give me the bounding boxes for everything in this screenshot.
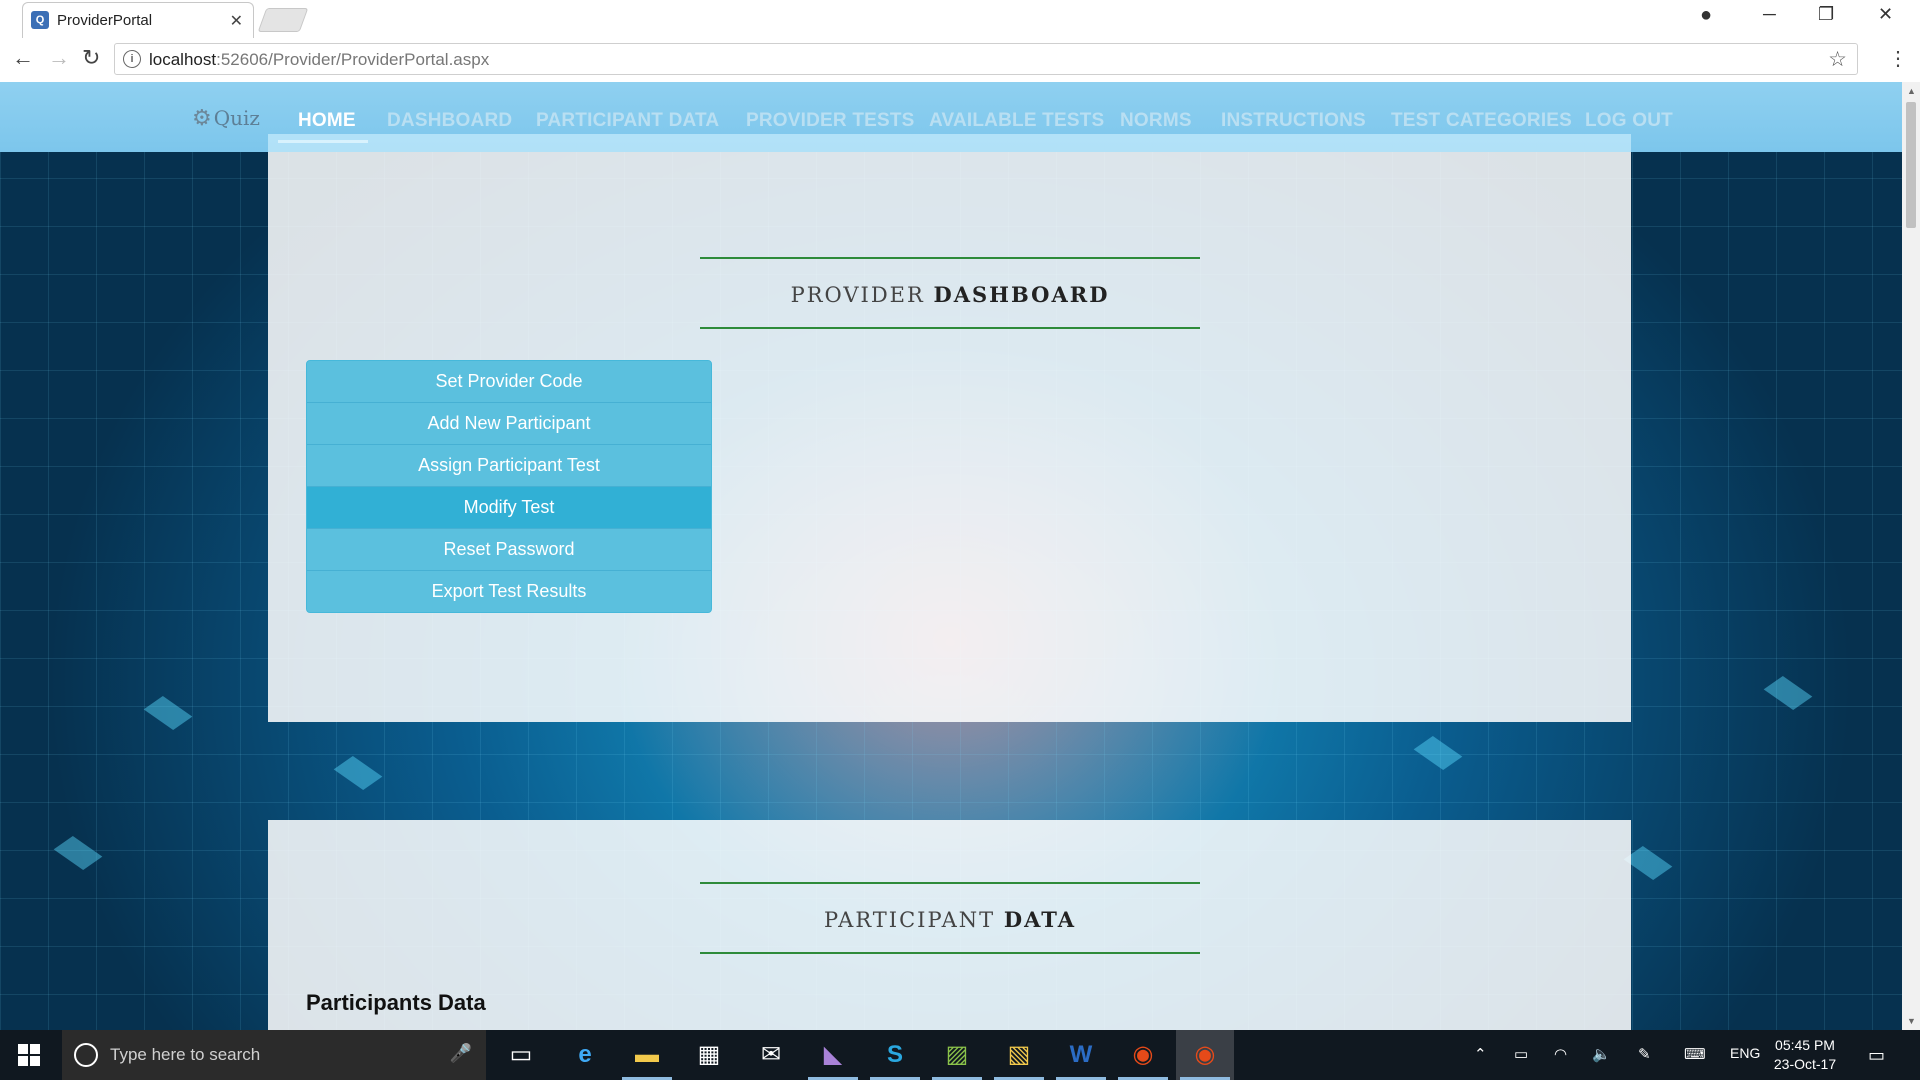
image-editor-icon[interactable]: ▨ bbox=[928, 1030, 986, 1080]
pen-icon[interactable]: ✎ bbox=[1638, 1045, 1651, 1063]
browser-toolbar: ← → ↻ i localhost:52606/Provider/Provide… bbox=[0, 38, 1920, 83]
taskbar-search-box[interactable]: Type here to search 🎤 bbox=[62, 1030, 486, 1080]
nav-norms[interactable]: NORMS bbox=[1120, 110, 1192, 132]
show-hidden-icons-icon[interactable]: ⌃ bbox=[1474, 1045, 1487, 1063]
nav-home[interactable]: HOME bbox=[298, 110, 356, 132]
info-icon[interactable]: i bbox=[123, 50, 141, 68]
microphone-icon[interactable]: 🎤 bbox=[450, 1043, 472, 1064]
profile-icon[interactable]: ● bbox=[1700, 4, 1712, 27]
windows-taskbar: Type here to search 🎤 ▭ e ▬ ▦ ✉ ◣ S ▨ ▧ … bbox=[0, 1030, 1920, 1080]
minimize-icon[interactable]: ─ bbox=[1763, 4, 1776, 25]
close-window-icon[interactable]: ✕ bbox=[1878, 4, 1893, 25]
modify-test-button[interactable]: Modify Test bbox=[307, 487, 711, 529]
reset-password-button[interactable]: Reset Password bbox=[307, 529, 711, 571]
page-viewport: ⚙ Quiz HOME DASHBOARD PARTICIPANT DATA PR… bbox=[0, 82, 1902, 1030]
close-tab-icon[interactable]: ✕ bbox=[230, 11, 243, 31]
browser-tab[interactable]: Q ProviderPortal ✕ bbox=[22, 2, 254, 38]
forward-icon[interactable]: → bbox=[48, 47, 70, 69]
word-icon[interactable]: W bbox=[1052, 1030, 1110, 1080]
portal-favicon-icon: Q bbox=[31, 11, 49, 29]
url-path: :52606/Provider/ProviderPortal.aspx bbox=[216, 50, 490, 69]
tools-app-icon[interactable]: ▧ bbox=[990, 1030, 1048, 1080]
nav-test-categories[interactable]: TEST CATEGORIES bbox=[1391, 110, 1572, 132]
participants-data-heading: Participants Data bbox=[306, 990, 486, 1015]
address-bar[interactable]: i localhost:52606/Provider/ProviderPorta… bbox=[114, 43, 1858, 75]
set-provider-code-button[interactable]: Set Provider Code bbox=[307, 361, 711, 403]
mail-icon[interactable]: ✉ bbox=[742, 1030, 800, 1080]
nav-participant-data[interactable]: PARTICIPANT DATA bbox=[536, 110, 719, 132]
scroll-down-icon[interactable]: ▼ bbox=[1907, 1016, 1916, 1026]
dashboard-action-list: Set Provider Code Add New Participant As… bbox=[306, 360, 712, 613]
cortana-icon bbox=[74, 1043, 98, 1067]
nav-available-tests[interactable]: AVAILABLE TESTS bbox=[929, 110, 1104, 132]
bookmark-star-icon[interactable]: ☆ bbox=[1828, 47, 1847, 72]
page-scrollbar[interactable]: ▲ ▼ bbox=[1902, 82, 1920, 1030]
provider-dashboard-panel: PROVIDER DASHBOARD Set Provider Code Add… bbox=[268, 152, 1631, 722]
keyboard-icon[interactable]: ⌨ bbox=[1684, 1045, 1706, 1063]
browser-tabbar: Q ProviderPortal ✕ ● ─ ❐ ✕ bbox=[0, 0, 1920, 38]
notifications-icon[interactable]: ▭ bbox=[1868, 1045, 1885, 1066]
tab-title: ProviderPortal bbox=[57, 12, 153, 29]
nav-instructions[interactable]: INSTRUCTIONS bbox=[1221, 110, 1366, 132]
wifi-icon[interactable]: ◠ bbox=[1554, 1045, 1567, 1063]
visual-studio-icon[interactable]: ◣ bbox=[804, 1030, 862, 1080]
scrollbar-thumb[interactable] bbox=[1906, 102, 1916, 228]
clock-date: 23-Oct-17 bbox=[1773, 1056, 1837, 1072]
participant-data-panel: PARTICIPANT DATA Participants Data bbox=[268, 820, 1631, 1030]
browser-menu-icon[interactable]: ⋮ bbox=[1888, 46, 1908, 71]
taskbar-clock[interactable]: 05:45 PM 23-Oct-17 bbox=[1770, 1036, 1840, 1074]
restore-icon[interactable]: ❐ bbox=[1818, 4, 1834, 25]
store-icon[interactable]: ▦ bbox=[680, 1030, 738, 1080]
new-tab-button[interactable] bbox=[257, 8, 309, 32]
chrome-icon[interactable]: ◉ bbox=[1114, 1030, 1172, 1080]
volume-icon[interactable]: 🔈 bbox=[1592, 1045, 1611, 1063]
panel-top-strip bbox=[268, 134, 1631, 152]
nav-provider-tests[interactable]: PROVIDER TESTS bbox=[746, 110, 915, 132]
site-logo[interactable]: ⚙ Quiz bbox=[192, 106, 260, 131]
provider-dashboard-title: PROVIDER DASHBOARD bbox=[700, 257, 1200, 329]
gear-icon: ⚙ bbox=[192, 106, 212, 131]
nav-log-out[interactable]: LOG OUT bbox=[1585, 110, 1673, 132]
language-indicator[interactable]: ENG bbox=[1730, 1045, 1760, 1061]
battery-icon[interactable]: ▭ bbox=[1514, 1045, 1528, 1063]
edge-browser-icon[interactable]: e bbox=[556, 1030, 614, 1080]
participant-data-title: PARTICIPANT DATA bbox=[700, 882, 1200, 954]
url-text: localhost:52606/Provider/ProviderPortal.… bbox=[149, 50, 489, 70]
file-explorer-icon[interactable]: ▬ bbox=[618, 1030, 676, 1080]
reload-icon[interactable]: ↻ bbox=[82, 47, 100, 69]
task-view-icon[interactable]: ▭ bbox=[492, 1030, 550, 1080]
chrome-active-icon[interactable]: ◉ bbox=[1176, 1030, 1234, 1080]
url-host: localhost bbox=[149, 50, 217, 69]
clock-time: 05:45 PM bbox=[1775, 1037, 1835, 1053]
export-test-results-button[interactable]: Export Test Results bbox=[307, 571, 711, 612]
windows-start-icon[interactable] bbox=[18, 1044, 40, 1066]
back-icon[interactable]: ← bbox=[12, 47, 34, 69]
scroll-up-icon[interactable]: ▲ bbox=[1907, 86, 1916, 96]
skype-icon[interactable]: S bbox=[866, 1030, 924, 1080]
search-placeholder: Type here to search bbox=[110, 1045, 261, 1064]
nav-dashboard[interactable]: DASHBOARD bbox=[387, 110, 512, 132]
add-new-participant-button[interactable]: Add New Participant bbox=[307, 403, 711, 445]
assign-participant-test-button[interactable]: Assign Participant Test bbox=[307, 445, 711, 487]
